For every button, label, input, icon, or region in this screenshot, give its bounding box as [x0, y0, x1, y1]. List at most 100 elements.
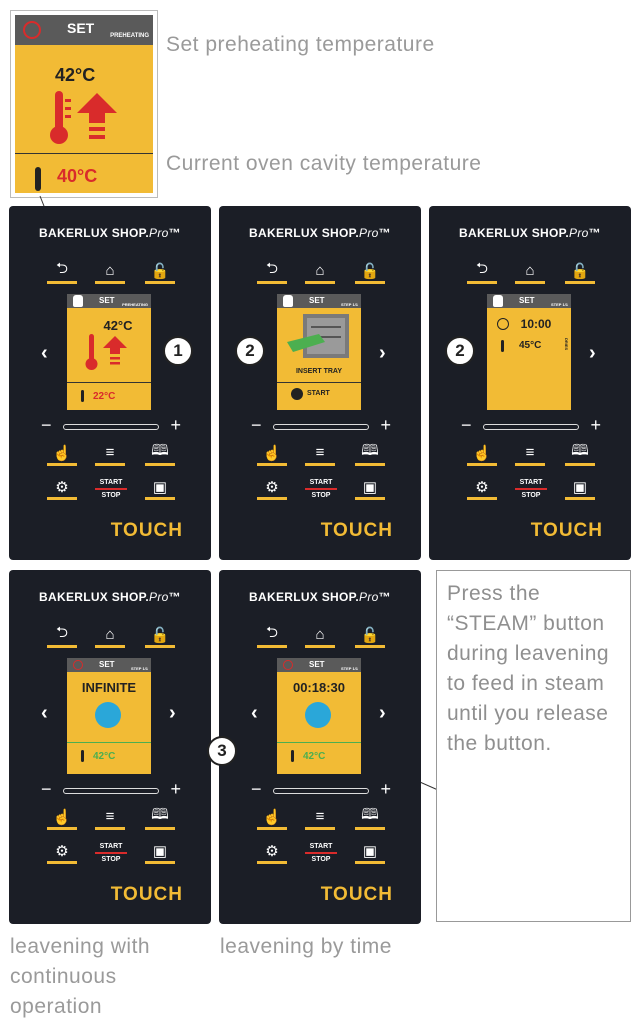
set-label: SET: [309, 660, 325, 669]
recipe-book-button[interactable]: 🕮: [565, 442, 595, 466]
hand-icon: [283, 295, 293, 307]
back-button[interactable]: ⮌: [257, 624, 287, 648]
value-slider[interactable]: − +: [461, 415, 601, 435]
step-badge: 2: [235, 336, 265, 366]
timer-value: 00:18:30: [292, 680, 346, 695]
brand-logo: BAKERLUX SHOP.Pro™: [459, 226, 601, 240]
display-screen: SET STEP 1/1 00:18:30 42°C: [277, 658, 361, 774]
instruction-label: INSERT TRAY: [295, 368, 343, 375]
value-slider[interactable]: − +: [41, 779, 181, 799]
manual-mode-button[interactable]: ☝: [467, 442, 497, 466]
set-temperature: 42°C: [103, 318, 133, 333]
back-button[interactable]: ⮌: [467, 260, 497, 284]
start-stop-button[interactable]: START STOP: [93, 478, 129, 504]
screen-header: SET STEP 1/1: [67, 658, 151, 672]
caption-by-time: leavening by time: [220, 935, 392, 958]
save-button[interactable]: ▣: [565, 476, 595, 500]
divider: [277, 742, 361, 743]
back-button[interactable]: ⮌: [47, 624, 77, 648]
recipe-book-button[interactable]: 🕮: [145, 442, 175, 466]
value-slider[interactable]: − +: [251, 779, 391, 799]
menu-button[interactable]: ≡: [515, 442, 545, 466]
settings-button[interactable]: ⚙: [257, 476, 287, 500]
save-button[interactable]: ▣: [145, 476, 175, 500]
device-panel-insert-tray: BAKERLUX SHOP.Pro™ ⮌ ⌂ 🔓 2 SET STEP 1/1 …: [219, 206, 421, 560]
next-arrow[interactable]: ›: [379, 702, 386, 725]
brand-logo: BAKERLUX SHOP.Pro™: [39, 590, 181, 604]
prev-arrow[interactable]: ‹: [41, 702, 48, 725]
play-icon: [291, 388, 303, 400]
lock-button[interactable]: 🔓: [565, 260, 595, 284]
recipe-book-button[interactable]: 🕮: [145, 806, 175, 830]
home-button[interactable]: ⌂: [95, 624, 125, 648]
touch-label: TOUCH: [320, 884, 393, 905]
lock-button[interactable]: 🔓: [145, 260, 175, 284]
menu-button[interactable]: ≡: [305, 806, 335, 830]
thermometer-up-icon: [85, 334, 127, 370]
menu-button[interactable]: ≡: [95, 806, 125, 830]
manual-mode-button[interactable]: ☝: [47, 806, 77, 830]
back-button[interactable]: ⮌: [257, 260, 287, 284]
display-screen: SET PREHEATING 42°C 22°C: [67, 294, 151, 410]
thermometer-icon: [501, 340, 504, 352]
prev-arrow[interactable]: ‹: [41, 342, 48, 365]
value-slider[interactable]: − +: [251, 415, 391, 435]
home-button[interactable]: ⌂: [305, 260, 335, 284]
current-temperature: 22°C: [93, 391, 116, 402]
start-stop-button[interactable]: START STOP: [303, 842, 339, 868]
set-label: SET: [99, 660, 115, 669]
step-label: STEP 1/1: [340, 666, 358, 671]
save-button[interactable]: ▣: [145, 840, 175, 864]
device-panel-timed: BAKERLUX SHOP.Pro™ ⮌ ⌂ 🔓 ‹ SET STEP 1/1 …: [207, 570, 421, 924]
set-label: SET: [99, 296, 115, 305]
step-label: STEP 1/1: [340, 302, 358, 307]
start-stop-button[interactable]: START STOP: [93, 842, 129, 868]
current-temperature: 42°C: [93, 751, 116, 762]
touch-label: TOUCH: [110, 884, 183, 905]
lock-button[interactable]: 🔓: [145, 624, 175, 648]
next-arrow[interactable]: ›: [589, 342, 596, 365]
hand-icon: [493, 295, 503, 307]
recipe-book-button[interactable]: 🕮: [355, 806, 385, 830]
home-button[interactable]: ⌂: [95, 260, 125, 284]
display-screen: SET STEP 1/1 INFINITE 42°C: [67, 658, 151, 774]
settings-button[interactable]: ⚙: [47, 840, 77, 864]
device-panel-preheat: BAKERLUX SHOP.Pro™ ⮌ ⌂ 🔓 ‹ SET PREHEATIN…: [9, 206, 211, 560]
save-button[interactable]: ▣: [355, 476, 385, 500]
alarm-ring-icon: [283, 660, 293, 670]
set-temperature: 45°C: [519, 340, 542, 351]
step-badge: 1: [163, 336, 193, 366]
lock-button[interactable]: 🔓: [355, 624, 385, 648]
next-arrow[interactable]: ›: [169, 702, 176, 725]
back-button[interactable]: ⮌: [47, 260, 77, 284]
start-action-label[interactable]: START: [307, 390, 330, 397]
settings-button[interactable]: ⚙: [257, 840, 287, 864]
step-label: STEP 1/1: [550, 302, 568, 307]
caption-continuous: leavening with continuous operation: [10, 935, 151, 1018]
steam-icon[interactable]: [305, 702, 331, 728]
manual-mode-button[interactable]: ☝: [47, 442, 77, 466]
lock-button[interactable]: 🔓: [355, 260, 385, 284]
menu-button[interactable]: ≡: [95, 442, 125, 466]
set-label: SET: [309, 296, 325, 305]
caption-set-preheating: Set preheating temperature: [166, 33, 435, 56]
brand-logo: BAKERLUX SHOP.Pro™: [39, 226, 181, 240]
prev-arrow[interactable]: ‹: [251, 702, 258, 725]
thermometer-icon: [81, 750, 84, 762]
manual-mode-button[interactable]: ☝: [257, 442, 287, 466]
home-button[interactable]: ⌂: [305, 624, 335, 648]
start-stop-button[interactable]: START STOP: [513, 478, 549, 504]
next-arrow[interactable]: ›: [379, 342, 386, 365]
manual-mode-button[interactable]: ☝: [257, 806, 287, 830]
settings-button[interactable]: ⚙: [467, 476, 497, 500]
home-button[interactable]: ⌂: [515, 260, 545, 284]
recipe-book-button[interactable]: 🕮: [355, 442, 385, 466]
settings-button[interactable]: ⚙: [47, 476, 77, 500]
thermometer-icon: [291, 750, 294, 762]
menu-button[interactable]: ≡: [305, 442, 335, 466]
mode-label: PREHEATING: [122, 302, 148, 307]
brand-logo: BAKERLUX SHOP.Pro™: [249, 590, 391, 604]
value-slider[interactable]: − +: [41, 415, 181, 435]
save-button[interactable]: ▣: [355, 840, 385, 864]
start-stop-button[interactable]: START STOP: [303, 478, 339, 504]
